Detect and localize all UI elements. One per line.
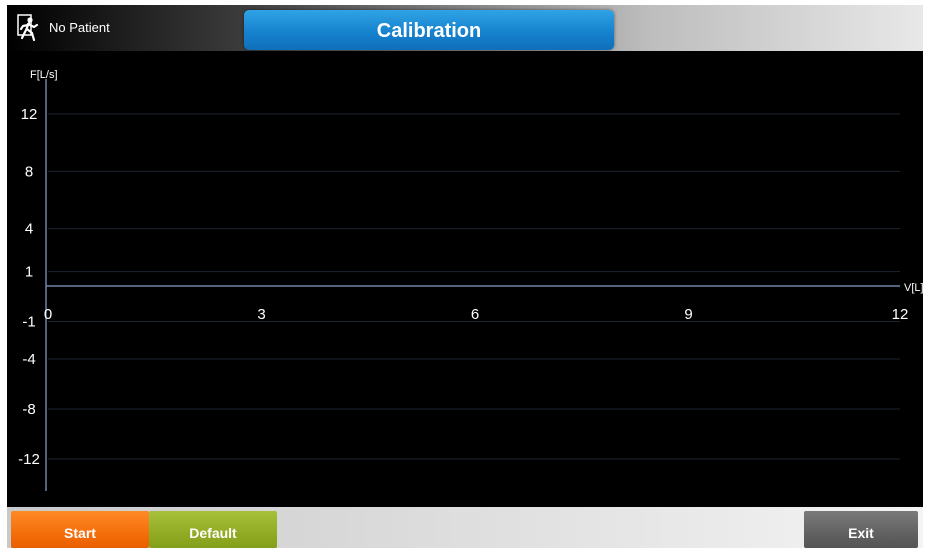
x-tick-label: 9 xyxy=(684,306,692,323)
exit-button[interactable]: Exit xyxy=(804,511,918,548)
y-tick-label: 8 xyxy=(25,163,33,180)
x-tick-label: 0 xyxy=(44,306,52,323)
y-tick-label: 4 xyxy=(25,221,33,238)
calibration-screen: No Patient Calibration F[L/s] V[L] 12 8 4 1 -1… xyxy=(0,0,930,548)
exit-person-icon[interactable] xyxy=(17,14,39,42)
start-button[interactable]: Start xyxy=(11,511,149,548)
header-bar: No Patient Calibration xyxy=(7,5,923,51)
x-tick-label: 6 xyxy=(471,306,479,323)
flow-volume-graph: F[L/s] V[L] 12 8 4 1 -1 -4 -8 -12 0 3 6 9 12 xyxy=(7,51,923,507)
x-axis-label: V[L] xyxy=(904,282,923,294)
y-tick-label: -1 xyxy=(22,314,35,331)
y-tick-label: -4 xyxy=(22,351,35,368)
y-axis-label: F[L/s] xyxy=(30,69,58,81)
y-tick-label: -8 xyxy=(22,401,35,418)
y-tick-label: -12 xyxy=(18,451,40,468)
page-title: Calibration xyxy=(376,20,482,42)
y-tick-label: 12 xyxy=(21,106,38,123)
y-tick-label: 1 xyxy=(25,264,33,281)
x-tick-label: 3 xyxy=(257,306,265,323)
flow-volume-chart: F[L/s] V[L] 12 8 4 1 -1 -4 -8 -12 0 3 6 9 12 xyxy=(18,69,923,491)
patient-status-label: No Patient xyxy=(49,20,110,35)
x-tick-label: 12 xyxy=(892,306,909,323)
footer-bar: Start Default Exit xyxy=(7,507,923,548)
default-button[interactable]: Default xyxy=(149,511,277,548)
title-tab: Calibration xyxy=(244,10,614,50)
